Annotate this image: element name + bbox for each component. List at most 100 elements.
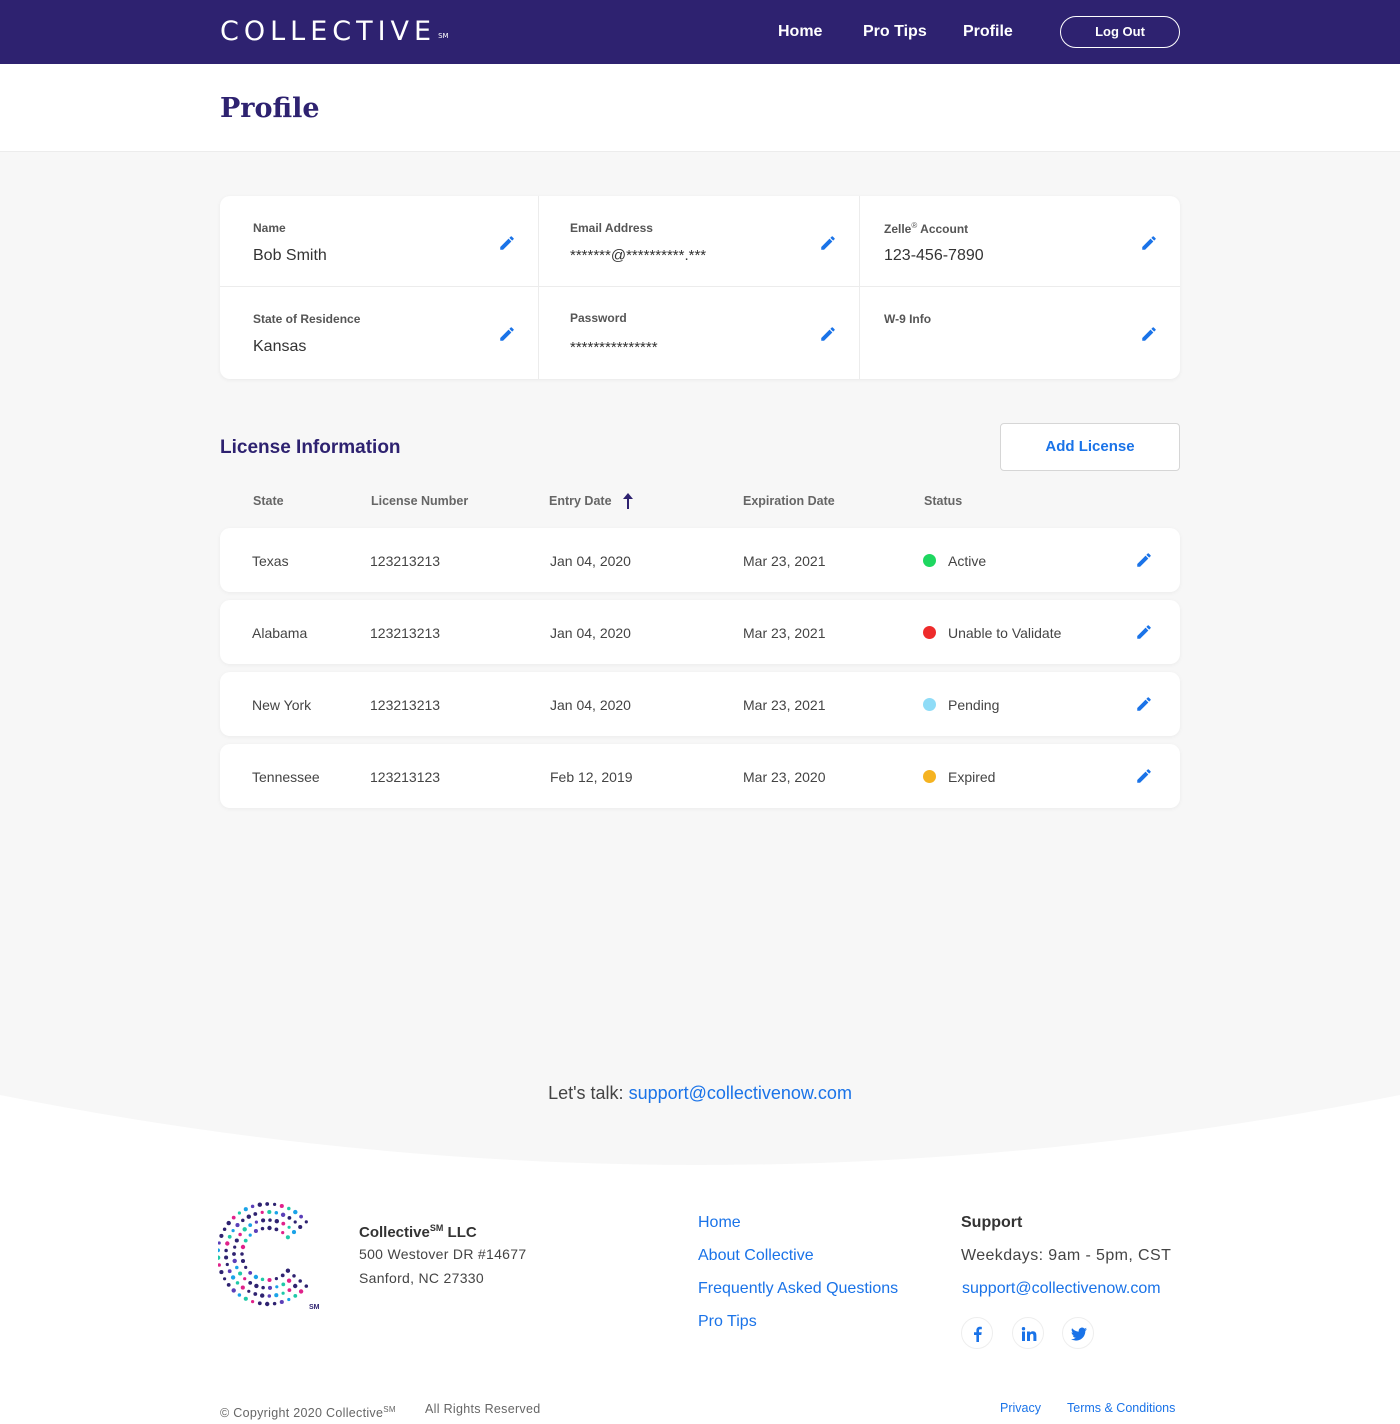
logo-dot [223, 1277, 227, 1281]
nav-home-link[interactable]: Home [778, 22, 822, 42]
logo-dot [274, 1277, 278, 1281]
edit-pencil-icon[interactable] [1135, 551, 1153, 569]
logo-dot [248, 1233, 252, 1237]
logo-dot [253, 1274, 259, 1280]
logo-dot [230, 1275, 236, 1280]
logo-dot [287, 1206, 291, 1211]
nav-pro-tips-link[interactable]: Pro Tips [863, 22, 927, 42]
logo-dot [251, 1300, 255, 1304]
logo-dot [237, 1293, 242, 1297]
cell-expiration-date: Mar 23, 2021 [743, 697, 826, 713]
edit-pencil-icon[interactable] [1140, 325, 1158, 343]
logo-dot [281, 1231, 285, 1235]
logo-dot [237, 1211, 241, 1215]
log-out-button[interactable]: Log Out [1060, 16, 1180, 48]
logo-dot [279, 1299, 284, 1305]
logo-dot [293, 1209, 298, 1215]
edit-pencil-icon[interactable] [1135, 767, 1153, 785]
add-license-button[interactable]: Add License [1000, 423, 1180, 471]
license-section-title: License Information [220, 437, 401, 458]
logo-dot [257, 1202, 262, 1207]
cell-entry-date: Jan 04, 2020 [550, 697, 631, 713]
edit-pencil-icon[interactable] [1135, 623, 1153, 641]
logo-dot [243, 1207, 248, 1212]
privacy-link[interactable]: Privacy [1000, 1401, 1041, 1416]
edit-pencil-icon[interactable] [498, 234, 516, 252]
sort-ascending-arrow-icon[interactable] [622, 493, 634, 509]
logo-dot [250, 1204, 255, 1209]
field-value: Kansas [253, 338, 307, 355]
logo-dot [253, 1292, 258, 1296]
logo-dot [242, 1227, 247, 1232]
logo-dot [231, 1288, 236, 1293]
company-suffix: LLC [443, 1224, 477, 1241]
terms-link[interactable]: Terms & Conditions [1067, 1401, 1175, 1416]
status-dot [923, 626, 936, 639]
cell-expiration-date: Mar 23, 2021 [743, 625, 826, 641]
twitter-button[interactable] [1062, 1317, 1094, 1349]
address-line-1: 500 Westover DR #14677 [359, 1246, 527, 1262]
edit-pencil-icon[interactable] [819, 325, 837, 343]
profile-field-password: Password *************** [538, 287, 859, 378]
cell-status: Expired [948, 769, 996, 785]
rights-reserved-text: All Rights Reserved [425, 1402, 541, 1416]
column-header-entry-date[interactable]: Entry Date [549, 494, 612, 508]
logo-dot [235, 1265, 239, 1270]
footer-link-faq[interactable]: Frequently Asked Questions [698, 1280, 898, 1298]
zelle-label-suffix: Account [917, 222, 969, 236]
logo-dot [293, 1294, 298, 1298]
logo-dot [218, 1263, 221, 1267]
logo-dot [291, 1230, 297, 1235]
logo-dot [222, 1227, 227, 1231]
logo-dot [243, 1277, 247, 1281]
footer-link-about[interactable]: About Collective [698, 1247, 814, 1265]
logo-dot [274, 1211, 279, 1215]
linkedin-button[interactable] [1012, 1317, 1044, 1349]
cell-license-number: 123213213 [370, 697, 441, 713]
edit-pencil-icon[interactable] [1140, 234, 1158, 252]
column-header-license-number[interactable]: License Number [371, 494, 468, 508]
logo-dot [231, 1229, 235, 1233]
logo-dot [272, 1301, 277, 1306]
field-label: W-9 Info [884, 312, 932, 326]
field-value: *******@**********.*** [570, 247, 707, 264]
logo-dot [267, 1294, 272, 1298]
contact-email-link[interactable]: support@collectivenow.com [629, 1083, 852, 1103]
support-email-link[interactable]: support@collectivenow.com [962, 1280, 1161, 1298]
twitter-icon [1071, 1327, 1087, 1341]
logo-dot [235, 1223, 240, 1228]
field-label: State of Residence [253, 312, 361, 326]
column-header-state[interactable]: State [253, 494, 284, 508]
logo-dot [298, 1279, 302, 1283]
status-dot [923, 698, 936, 711]
logo-dot [224, 1248, 228, 1253]
field-label: Password [570, 311, 627, 325]
license-row[interactable]: Tennessee 123213123 Feb 12, 2019 Mar 23,… [220, 744, 1180, 808]
license-row[interactable]: New York 123213213 Jan 04, 2020 Mar 23, … [220, 672, 1180, 736]
column-header-status[interactable]: Status [924, 494, 962, 508]
edit-pencil-icon[interactable] [819, 234, 837, 252]
edit-pencil-icon[interactable] [498, 325, 516, 343]
field-value: *************** [570, 339, 658, 356]
edit-pencil-icon[interactable] [1135, 695, 1153, 713]
service-mark: SM [429, 1223, 444, 1233]
cell-entry-date: Jan 04, 2020 [550, 625, 631, 641]
column-header-expiration-date[interactable]: Expiration Date [743, 494, 835, 508]
service-mark: SM [383, 1405, 396, 1414]
field-value: Bob Smith [253, 247, 327, 264]
footer-link-home[interactable]: Home [698, 1214, 741, 1232]
license-row[interactable]: Alabama 123213213 Jan 04, 2020 Mar 23, 2… [220, 600, 1180, 664]
logo-dot [260, 1277, 265, 1282]
support-heading: Support [961, 1214, 1023, 1231]
cell-status: Active [948, 553, 987, 569]
cell-license-number: 123213123 [370, 769, 441, 785]
profile-field-zelle: Zelle® Account 123-456-7890 [859, 196, 1180, 287]
license-row[interactable]: Texas 123213213 Jan 04, 2020 Mar 23, 202… [220, 528, 1180, 592]
logo-dot [241, 1218, 245, 1223]
footer-link-pro-tips[interactable]: Pro Tips [698, 1313, 757, 1331]
facebook-button[interactable] [961, 1317, 993, 1349]
nav-profile-link[interactable]: Profile [963, 22, 1013, 42]
logo-dot [267, 1225, 272, 1231]
collective-logo[interactable]: COLLECTIVE SM [220, 16, 449, 48]
logo-dot [274, 1293, 279, 1298]
